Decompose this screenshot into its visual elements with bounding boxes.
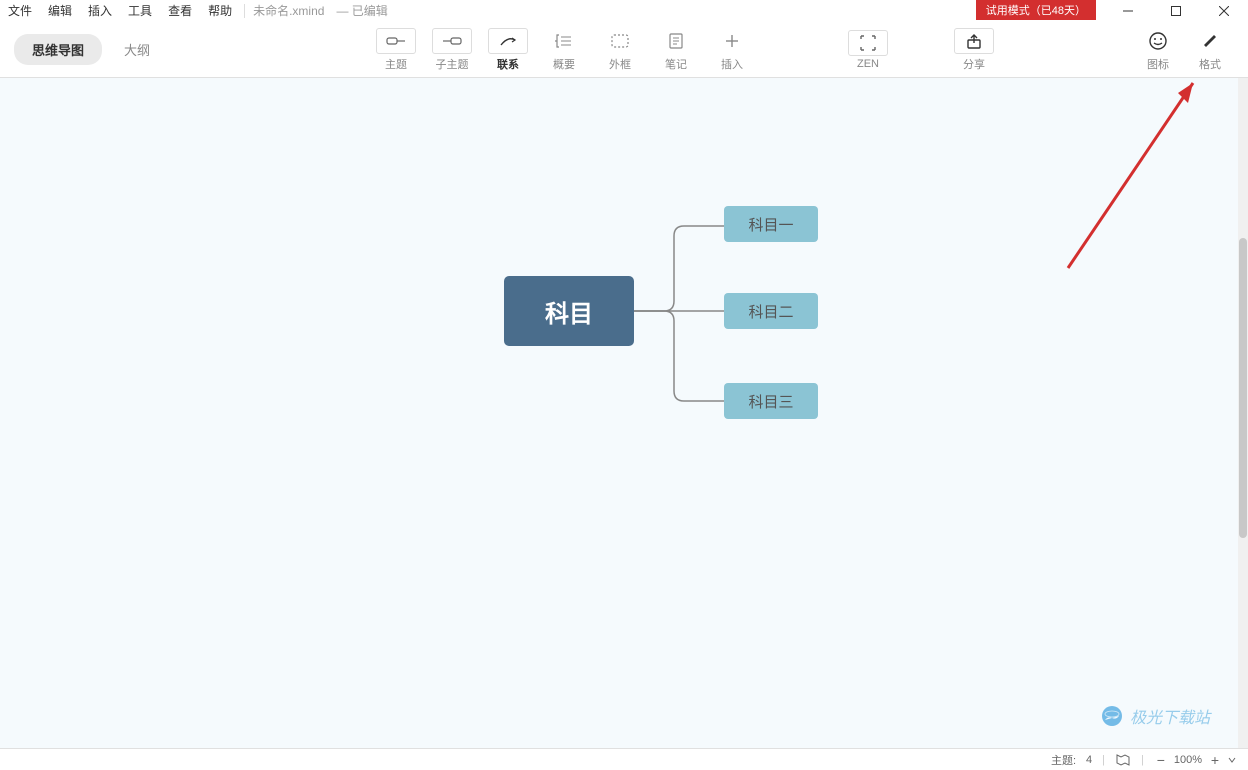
tool-iconlib[interactable]: 图标 [1132, 28, 1184, 72]
status-separator: | [1141, 754, 1144, 766]
document-status: — 已编辑 [328, 2, 387, 19]
tool-group: 主题 子主题 联系 概要 外框 笔记 插入 [368, 26, 760, 74]
tool-boundary-label: 外框 [609, 56, 631, 72]
tool-relation[interactable]: 联系 [480, 26, 536, 74]
tool-summary-label: 概要 [553, 56, 575, 72]
tool-subtopic-label: 子主题 [436, 56, 469, 72]
plus-icon [724, 33, 740, 49]
minimize-button[interactable] [1104, 0, 1152, 22]
tool-topic[interactable]: 主题 [368, 26, 424, 74]
tool-iconlib-label: 图标 [1147, 56, 1169, 72]
sub-topic-1[interactable]: 科目一 [724, 206, 818, 242]
document-title: 未命名.xmind [249, 2, 328, 19]
summary-icon [553, 33, 575, 49]
map-icon[interactable] [1115, 753, 1131, 767]
smiley-icon [1148, 31, 1168, 51]
tool-format-label: 格式 [1199, 56, 1221, 72]
tool-share-label: 分享 [963, 56, 985, 72]
close-icon [1219, 6, 1229, 16]
topic-count-label: 主题: [1051, 752, 1076, 768]
zoom-in-button[interactable]: + [1208, 752, 1222, 768]
topic-icon [385, 34, 407, 48]
menu-tools[interactable]: 工具 [120, 0, 160, 22]
note-icon [668, 32, 684, 50]
tool-insert[interactable]: 插入 [704, 26, 760, 74]
toolbar: 思维导图 大纲 主题 子主题 联系 概要 外框 笔记 插入 [0, 22, 1248, 78]
connectors [634, 196, 724, 436]
tab-outline[interactable]: 大纲 [106, 34, 168, 65]
tool-summary[interactable]: 概要 [536, 26, 592, 74]
brush-icon [1200, 31, 1220, 51]
sub-topic-2[interactable]: 科目二 [724, 293, 818, 329]
menu-file[interactable]: 文件 [0, 0, 40, 22]
tab-mindmap[interactable]: 思维导图 [14, 34, 102, 65]
watermark-text: 极光下载站 [1130, 704, 1210, 728]
zoom-control: − 100% + [1154, 752, 1236, 768]
window-controls [1104, 0, 1248, 22]
tool-note[interactable]: 笔记 [648, 26, 704, 74]
relation-icon [497, 34, 519, 48]
menubar: 文件 编辑 插入 工具 查看 帮助 未命名.xmind — 已编辑 试用模式（已… [0, 0, 1248, 22]
zoom-out-button[interactable]: − [1154, 752, 1168, 768]
tool-topic-label: 主题 [385, 56, 407, 72]
status-separator: | [1102, 754, 1105, 766]
tool-relation-label: 联系 [497, 56, 519, 72]
topic-count-value: 4 [1086, 754, 1092, 766]
central-topic[interactable]: 科目 [504, 276, 634, 346]
zen-share-group: ZEN 分享 [840, 22, 1002, 77]
scrollbar-thumb[interactable] [1239, 238, 1247, 538]
tool-zen-label: ZEN [857, 58, 879, 70]
tool-insert-label: 插入 [721, 56, 743, 72]
canvas[interactable]: 科目 科目一 科目二 科目三 极光下载站 [0, 78, 1238, 748]
maximize-icon [1171, 6, 1181, 16]
vertical-scrollbar[interactable] [1238, 78, 1248, 748]
globe-icon [1100, 704, 1124, 728]
tool-note-label: 笔记 [665, 56, 687, 72]
close-button[interactable] [1200, 0, 1248, 22]
statusbar: 主题: 4 | | − 100% + [0, 748, 1248, 770]
tool-share[interactable]: 分享 [946, 26, 1002, 74]
watermark: 极光下载站 [1100, 704, 1210, 728]
menu-insert[interactable]: 插入 [80, 0, 120, 22]
menu-help[interactable]: 帮助 [200, 0, 240, 22]
share-icon [965, 32, 983, 50]
menu-edit[interactable]: 编辑 [40, 0, 80, 22]
subtopic-icon [441, 34, 463, 48]
trial-badge: 试用模式（已48天） [976, 0, 1096, 20]
boundary-icon [610, 33, 630, 49]
tool-format[interactable]: 格式 [1184, 28, 1236, 72]
menu-view[interactable]: 查看 [160, 0, 200, 22]
red-arrow-annotation [1058, 78, 1208, 273]
zoom-value: 100% [1174, 754, 1202, 766]
tool-subtopic[interactable]: 子主题 [424, 26, 480, 74]
minimize-icon [1123, 6, 1133, 16]
view-tabs: 思维导图 大纲 [14, 34, 168, 65]
toolbar-right: 图标 格式 [1132, 22, 1236, 77]
tool-zen[interactable]: ZEN [840, 28, 896, 72]
maximize-button[interactable] [1152, 0, 1200, 22]
tool-boundary[interactable]: 外框 [592, 26, 648, 74]
sub-topic-3[interactable]: 科目三 [724, 383, 818, 419]
zen-icon [859, 34, 877, 52]
menu-divider [244, 4, 245, 18]
chevron-down-icon[interactable] [1228, 756, 1236, 764]
